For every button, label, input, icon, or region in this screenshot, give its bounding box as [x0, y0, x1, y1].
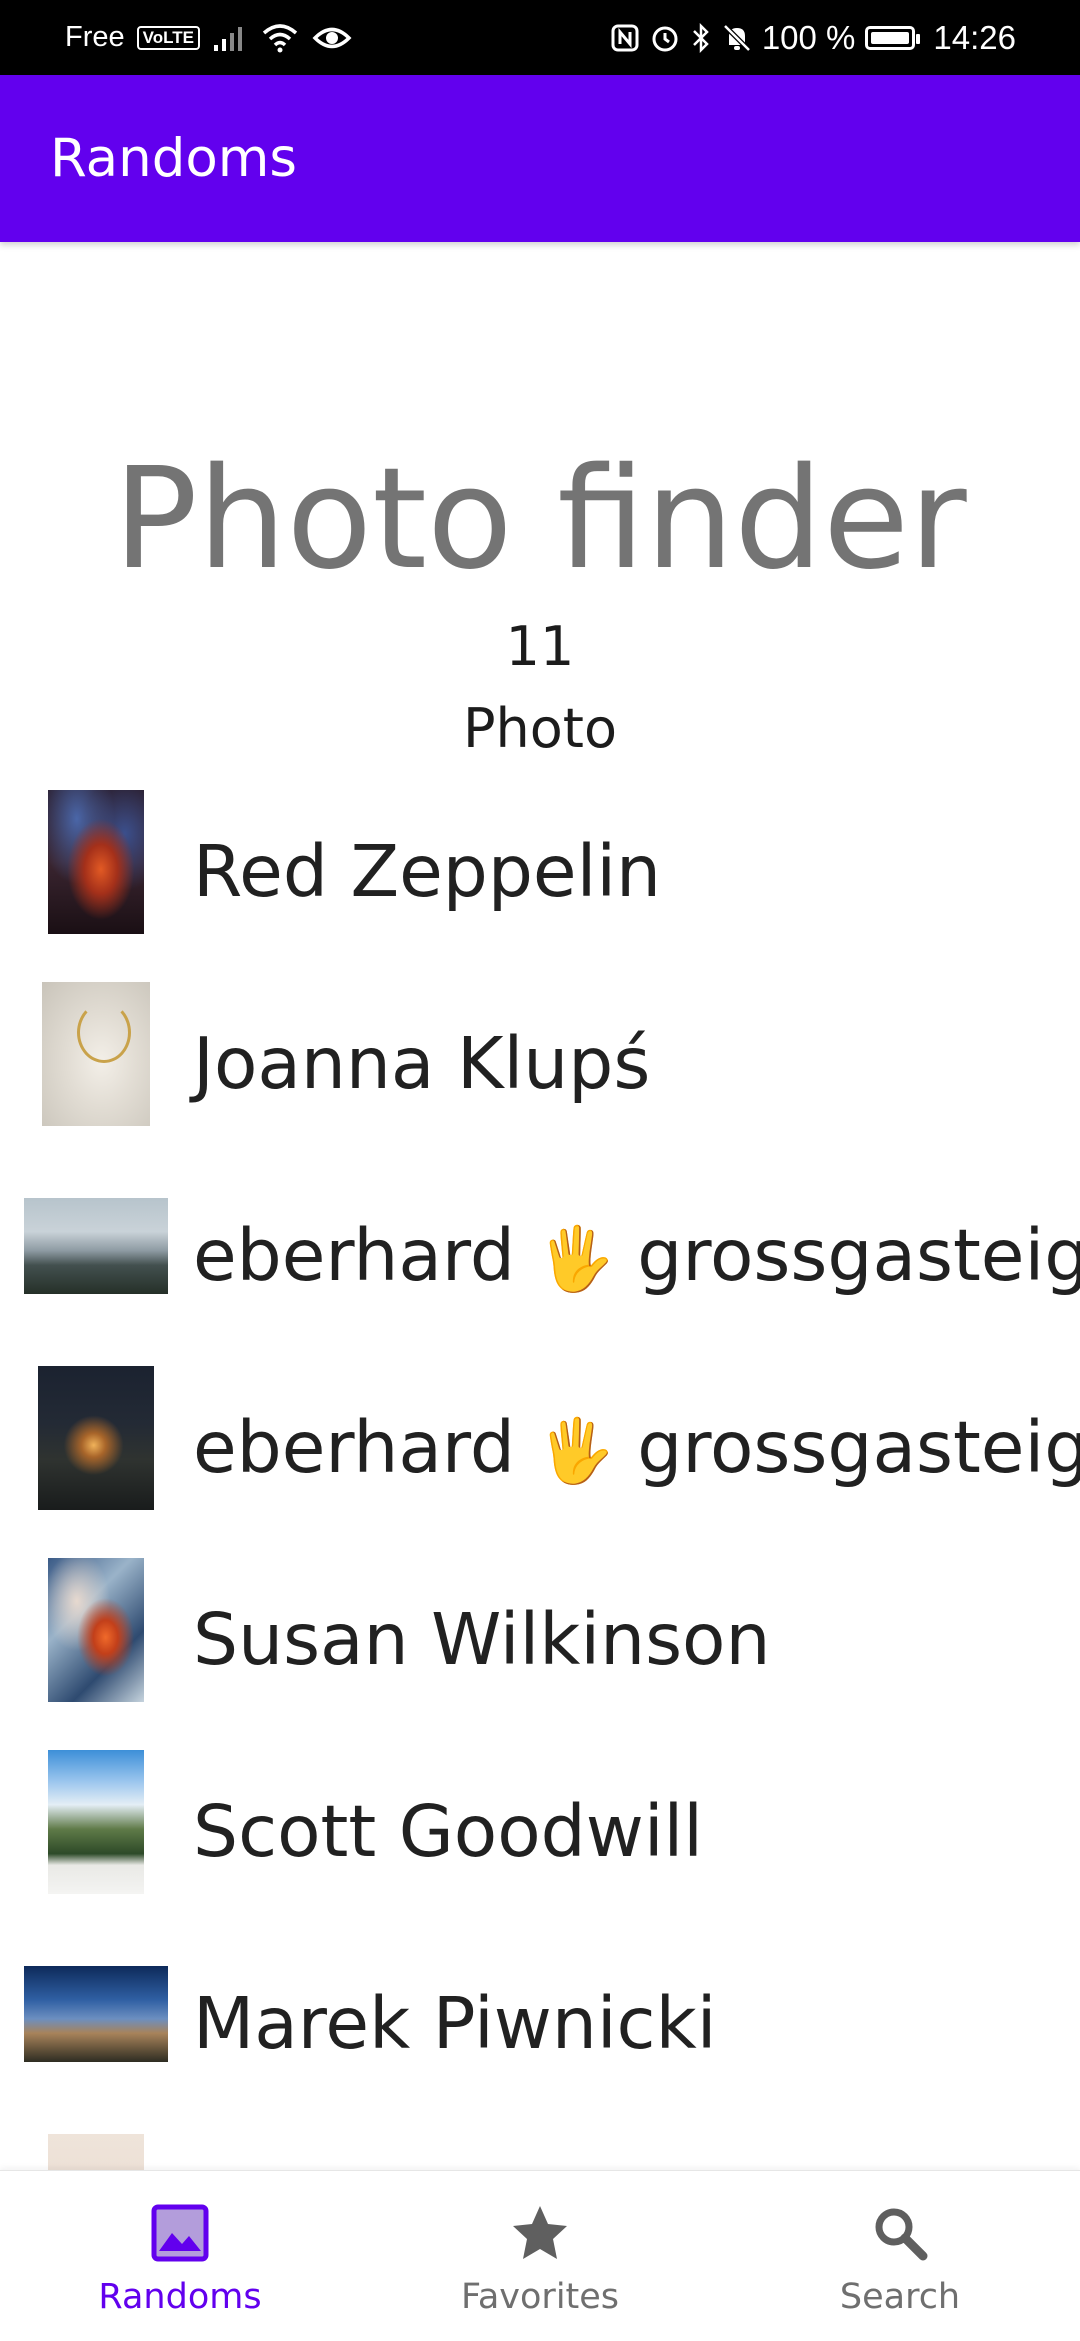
list-item[interactable]: [0, 2114, 1080, 2170]
nav-randoms-label: Randoms: [98, 2277, 262, 2317]
nav-favorites-label: Favorites: [460, 2277, 620, 2317]
nav-favorites[interactable]: Favorites: [360, 2171, 720, 2341]
photo-count: 11: [505, 615, 575, 678]
photo-thumbnail[interactable]: [24, 1966, 168, 2062]
battery-percent: 100 %: [761, 18, 856, 56]
nav-search-label: Search: [839, 2277, 961, 2317]
list-item[interactable]: eberhard 🖐 grossgasteige: [0, 1154, 1080, 1346]
photo-thumbnail[interactable]: [48, 1750, 144, 1894]
nfc-icon: [611, 24, 639, 51]
bottom-navigation: Randoms Favorites Search: [0, 2170, 1080, 2341]
raised-hand-emoji: 🖐: [537, 1222, 615, 1295]
author-name: eberhard 🖐 grossgasteige: [193, 1214, 1080, 1297]
list-item[interactable]: Marek Piwnicki: [0, 1922, 1080, 2114]
bluetooth-icon: [692, 22, 709, 53]
raised-hand-emoji: 🖐: [537, 1414, 615, 1487]
author-name: Red Zeppelin: [193, 830, 662, 913]
list-item[interactable]: Joanna Klupś: [0, 962, 1080, 1154]
author-name: Joanna Klupś: [193, 1022, 651, 1105]
author-name: eberhard 🖐 grossgasteige: [193, 1406, 1080, 1489]
nav-search[interactable]: Search: [720, 2171, 1080, 2341]
photo-count-label: Photo: [462, 697, 618, 760]
photo-thumbnail[interactable]: [24, 1198, 168, 1294]
list-item[interactable]: Scott Goodwill: [0, 1730, 1080, 1922]
carrier-label: Free: [65, 21, 125, 53]
star-icon: [513, 2206, 567, 2259]
wifi-icon: [262, 23, 298, 52]
volte-icon: VoLTE: [136, 25, 200, 50]
app-bar: Randoms: [0, 75, 1080, 242]
search-icon: [875, 2208, 928, 2261]
page-title: Photo finder: [113, 438, 967, 601]
alarm-icon: [652, 26, 678, 51]
eye-icon: [312, 27, 352, 48]
battery-icon: [865, 25, 921, 50]
signal-icon: [213, 26, 242, 51]
photo-thumbnail[interactable]: [38, 1366, 154, 1510]
clock: 14:26: [933, 18, 1016, 56]
list-item[interactable]: Red Zeppelin: [0, 770, 1080, 962]
photo-thumbnail[interactable]: [48, 790, 144, 934]
list-item[interactable]: Susan Wilkinson: [0, 1538, 1080, 1730]
author-name: Susan Wilkinson: [193, 1598, 771, 1681]
status-left: Free VoLTE: [65, 0, 352, 75]
nav-randoms[interactable]: Randoms: [0, 2171, 360, 2341]
image-icon: [151, 2204, 209, 2262]
photo-thumbnail[interactable]: [48, 2134, 144, 2170]
status-bar: Free VoLTE 100 % 14:26: [0, 0, 1080, 75]
list-item[interactable]: eberhard 🖐 grossgasteige: [0, 1346, 1080, 1538]
photo-list[interactable]: Red Zeppelin Joanna Klupś eberhard 🖐 gro…: [0, 770, 1080, 2170]
author-name: Marek Piwnicki: [193, 1982, 717, 2065]
bell-off-icon: [723, 23, 751, 52]
author-name: Scott Goodwill: [193, 1790, 704, 1873]
photo-thumbnail[interactable]: [42, 982, 150, 1126]
app-bar-title: Randoms: [50, 128, 298, 189]
photo-thumbnail[interactable]: [48, 1558, 144, 1702]
status-right: 100 % 14:26: [610, 0, 1016, 75]
